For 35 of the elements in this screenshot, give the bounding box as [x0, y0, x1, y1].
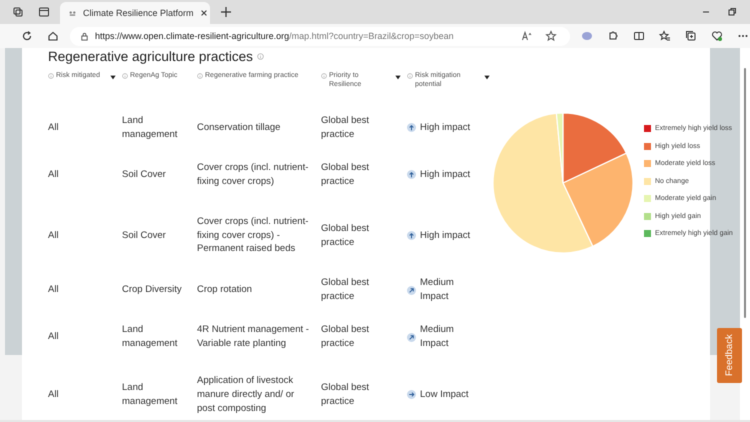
table-cell-text: Soil Cover	[122, 228, 167, 242]
table-cell-text: Land management	[122, 381, 178, 409]
table-cell-text: Crop rotation	[197, 283, 253, 297]
impact-label: High impact	[420, 120, 472, 134]
table-cell-text: Application of livestock manure directly and/ or post composting	[197, 374, 296, 416]
browser-tab[interactable]: Climate Resilience Platform	[60, 2, 210, 24]
table-cell-text: Global best practice	[321, 323, 370, 351]
impact-label: High impact	[420, 168, 472, 182]
table-cell-text: Cover crops (incl. nutrient-fixing cover crops) - Permanent raised beds	[197, 214, 310, 256]
table-cell-text: Global best practice	[321, 160, 370, 188]
table-cell-text: All	[48, 120, 60, 134]
section-title: Regenerative agriculture practices	[48, 48, 253, 64]
table-cell-text: Conservation tillage	[197, 120, 282, 134]
impact-label: Low Impact	[420, 388, 470, 402]
tab-title: Climate Resilience Platform	[83, 8, 194, 18]
table-cell-text: All	[48, 168, 60, 182]
impact-label: High impact	[420, 228, 472, 242]
table-cell-text: Crop Diversity	[122, 283, 183, 297]
table-cell-text: Global best practice	[321, 114, 370, 142]
address-bar[interactable]: https://www.open.climate-resilient-agriculture.org/map.html?country=Brazil&crop=soybean	[70, 26, 570, 46]
impact-label: Medium Impact	[420, 323, 455, 351]
table-cell-text: All	[48, 330, 60, 344]
table-cell-text: All	[48, 283, 60, 297]
impact-label: Medium Impact	[420, 276, 455, 304]
table-cell-text: Global best practice	[321, 222, 370, 250]
table-cell-text: Land management	[122, 114, 178, 142]
table-cell-text: All	[48, 388, 60, 402]
table-cell-text: 4R Nutrient management - Variable rate planting	[197, 323, 310, 351]
table-cell-text: Soil Cover	[122, 168, 167, 182]
table-cell-text: Land management	[122, 323, 178, 351]
table-cell-text: Cover crops (incl. nutrient-fixing cover crops)	[197, 160, 310, 188]
table-cell-text: Global best practice	[321, 276, 370, 304]
table-cell-text: Global best practice	[321, 381, 370, 409]
url-text: https://www.open.climate-resilient-agriculture.org/map.html?country=Brazil&crop=soybean	[95, 31, 454, 41]
table-cell-text: All	[48, 228, 60, 242]
